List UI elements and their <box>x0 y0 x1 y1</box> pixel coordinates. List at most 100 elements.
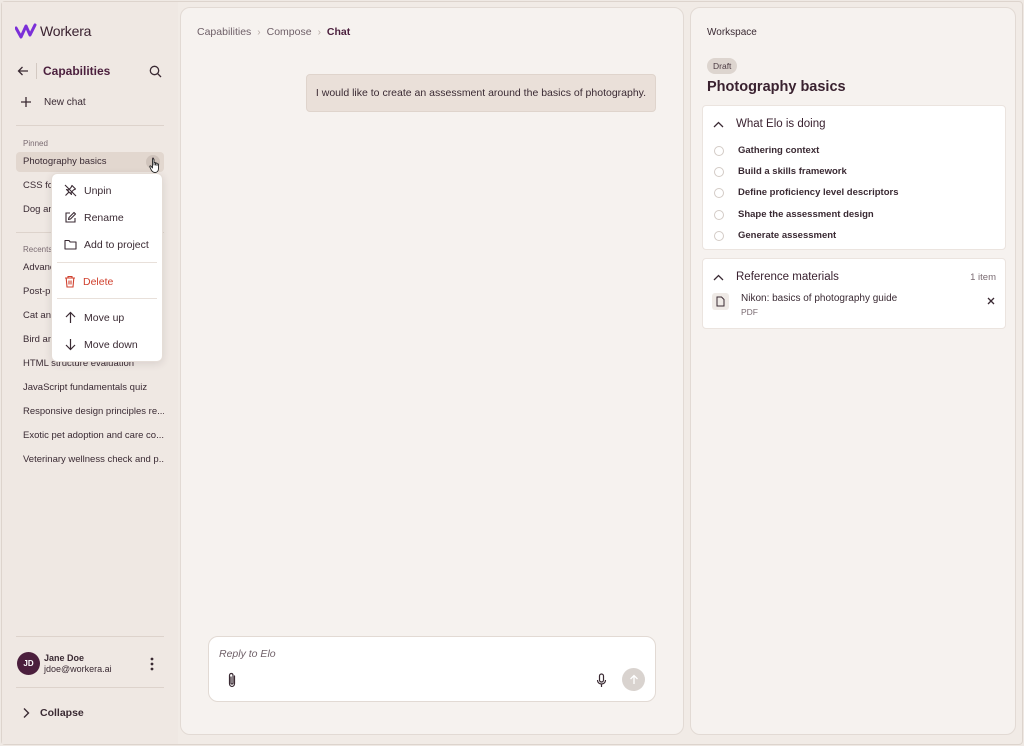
chevron-up-icon <box>713 274 724 280</box>
references-section-toggle[interactable]: Reference materials <box>713 271 839 283</box>
workera-logo[interactable]: Workera <box>15 23 91 39</box>
new-chat-label: New chat <box>44 96 86 108</box>
recents-label: Recents <box>23 245 53 254</box>
remove-reference-button[interactable] <box>986 296 996 306</box>
status-circle-icon <box>714 145 724 156</box>
user-name: Jane Doe <box>44 653 85 663</box>
user-message: I would like to create an assessment aro… <box>306 74 656 112</box>
status-badge: Draft <box>707 58 738 74</box>
workera-logo-icon <box>15 23 37 39</box>
sidebar-title: Capabilities <box>43 64 111 78</box>
step-label: Generate assessment <box>738 230 837 241</box>
menu-separator <box>57 262 157 263</box>
brand-name: Workera <box>40 23 92 39</box>
message-composer <box>208 636 656 702</box>
plus-icon <box>21 97 31 107</box>
menu-item-unpin[interactable]: Unpin <box>64 184 111 197</box>
menu-item-move-down[interactable]: Move down <box>64 338 138 351</box>
status-circle-icon <box>714 209 724 220</box>
attach-button[interactable] <box>224 670 240 690</box>
new-chat-button[interactable]: New chat <box>20 96 86 108</box>
arrow-up-icon <box>629 674 638 684</box>
arrow-up-icon <box>65 311 76 323</box>
menu-item-move-up[interactable]: Move up <box>64 311 124 324</box>
what-elo-is-doing-card: What Elo is doing Gathering context Buil… <box>702 105 1006 250</box>
menu-item-rename[interactable]: Rename <box>64 211 124 224</box>
trash-icon <box>65 275 75 288</box>
breadcrumb-compose[interactable]: Compose <box>267 26 312 38</box>
more-vertical-icon <box>150 657 154 671</box>
collapse-button[interactable]: Collapse <box>22 707 84 719</box>
status-circle-icon <box>714 187 724 198</box>
step-item: Define proficiency level descriptors <box>714 187 899 198</box>
user-info: Jane Doe jdoe@workera.ai <box>44 653 112 674</box>
send-button[interactable] <box>622 668 645 691</box>
status-circle-icon <box>714 230 724 241</box>
reference-item[interactable]: Nikon: basics of photography guide PDF <box>712 293 897 317</box>
microphone-button[interactable] <box>593 670 609 690</box>
chevron-right-icon: › <box>317 26 321 38</box>
recent-item[interactable]: Responsive design principles re... <box>16 402 164 422</box>
chevron-right-icon <box>23 708 30 718</box>
menu-item-label: Unpin <box>84 184 112 197</box>
step-label: Gathering context <box>738 145 820 156</box>
doing-heading: What Elo is doing <box>736 118 826 130</box>
pinned-label: Pinned <box>23 139 48 148</box>
divider <box>16 687 164 688</box>
references-count: 1 item <box>970 272 996 283</box>
avatar: JD <box>17 652 40 675</box>
search-icon <box>149 65 161 77</box>
collapse-label: Collapse <box>40 707 84 719</box>
menu-item-label: Add to project <box>84 238 149 251</box>
menu-item-label: Rename <box>84 211 124 224</box>
reference-name: Nikon: basics of photography guide <box>741 293 898 304</box>
document-icon <box>712 293 729 310</box>
back-button[interactable] <box>14 62 32 80</box>
menu-item-label: Move up <box>84 311 125 324</box>
menu-item-label: Delete <box>83 275 114 288</box>
context-menu: Unpin Rename Add to project Delete Move … <box>51 173 163 362</box>
microphone-icon <box>596 672 606 687</box>
close-icon <box>987 297 995 305</box>
folder-icon <box>64 239 77 250</box>
pinned-item-photography-basics[interactable]: Photography basics <box>16 152 164 172</box>
paperclip-icon <box>228 672 236 688</box>
user-menu-button[interactable] <box>147 656 157 672</box>
arrow-left-icon <box>17 66 28 76</box>
recent-item[interactable]: Veterinary wellness check and p... <box>16 450 164 470</box>
reference-materials-card: Reference materials 1 item Nikon: basics… <box>702 258 1006 329</box>
step-item: Generate assessment <box>714 230 836 241</box>
step-label: Shape the assessment design <box>738 209 874 220</box>
breadcrumb-chat: Chat <box>326 26 351 38</box>
pinned-item-label: Photography basics <box>23 156 107 167</box>
divider <box>16 636 164 637</box>
breadcrumb-capabilities[interactable]: Capabilities <box>197 26 251 38</box>
edit-icon <box>65 211 77 223</box>
chevron-right-icon: › <box>257 26 261 38</box>
divider <box>16 125 164 126</box>
chevron-up-icon <box>713 121 724 127</box>
workspace-panel: Workspace Draft Photography basics What … <box>690 7 1016 735</box>
sidebar: Workera Capabilities New chat Pinned Pho… <box>2 2 178 744</box>
step-item: Shape the assessment design <box>714 209 874 220</box>
hand-cursor-icon <box>149 158 159 173</box>
user-profile[interactable]: JD Jane Doe jdoe@workera.ai <box>17 652 112 675</box>
menu-item-add-to-project[interactable]: Add to project <box>64 238 149 251</box>
menu-item-label: Move down <box>84 338 138 351</box>
step-item: Build a skills framework <box>714 166 847 177</box>
status-circle-icon <box>714 166 724 177</box>
recent-item[interactable]: Exotic pet adoption and care co... <box>16 426 164 446</box>
references-heading: Reference materials <box>736 271 839 283</box>
chat-panel: Capabilities › Compose › Chat I would li… <box>180 7 684 735</box>
doing-section-toggle[interactable]: What Elo is doing <box>713 118 826 130</box>
search-button[interactable] <box>146 62 164 80</box>
arrow-down-icon <box>65 339 76 351</box>
sidebar-header: Capabilities <box>14 62 164 80</box>
menu-item-delete[interactable]: Delete <box>64 275 113 288</box>
divider <box>36 63 37 79</box>
reply-input[interactable] <box>219 645 639 663</box>
step-label: Build a skills framework <box>738 166 847 177</box>
recent-item[interactable]: JavaScript fundamentals quiz <box>16 378 164 398</box>
user-email: jdoe@workera.ai <box>44 664 112 674</box>
breadcrumb: Capabilities › Compose › Chat <box>197 26 350 38</box>
